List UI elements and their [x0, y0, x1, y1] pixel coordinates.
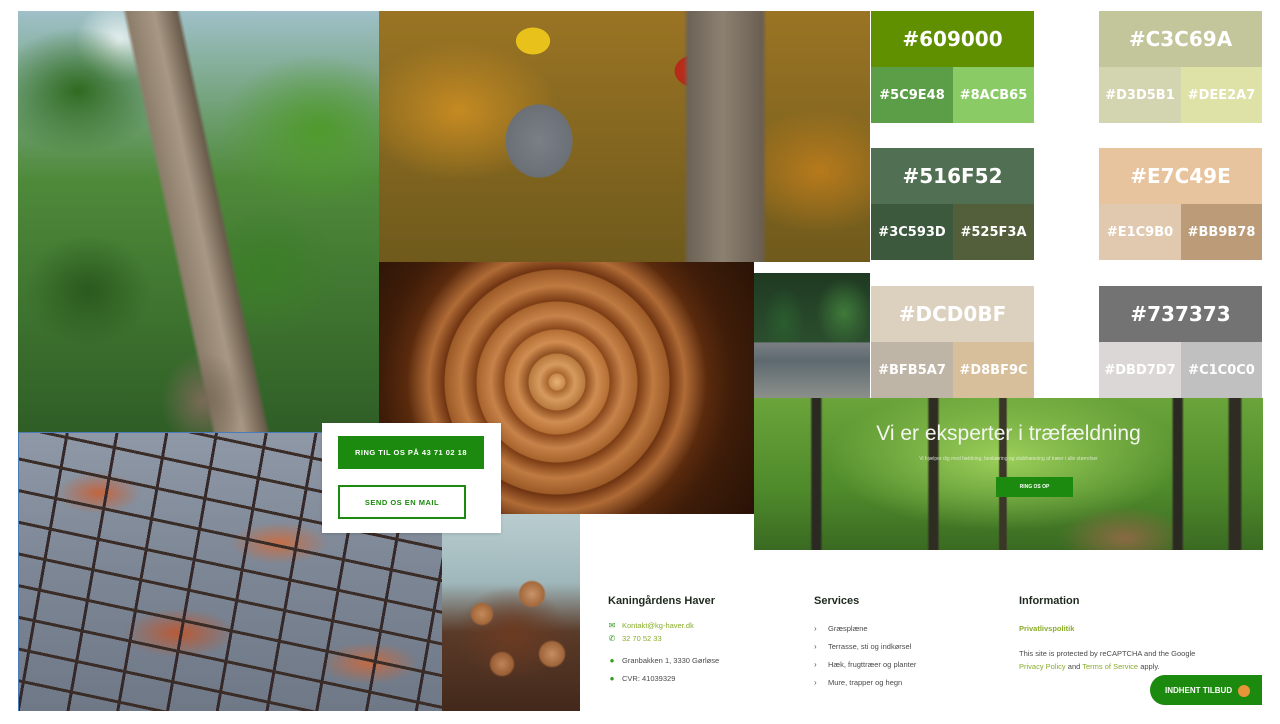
swatch-sub-5-1: #C1C0C0 — [1181, 342, 1262, 398]
call-button[interactable]: RING TIL OS PÅ 43 71 02 18 — [338, 436, 484, 469]
swatch-main-3: #E7C49E — [1099, 148, 1262, 204]
email-button[interactable]: SEND OS EN MAIL — [338, 485, 466, 519]
swatch-sub-1-0: #D3D5B1 — [1099, 67, 1181, 123]
phone-link[interactable]: ✆ 32 70 52 33 — [608, 632, 719, 645]
service-link-3[interactable]: › Mure, trapper og hegn — [814, 673, 916, 691]
swatch-sub-3-0: #E1C9B0 — [1099, 204, 1181, 260]
swatch-sub-5-0: #DBD7D7 — [1099, 342, 1181, 398]
map-pin-icon: ● — [609, 655, 615, 665]
swatch-sub-2-0: #3C593D — [871, 204, 953, 260]
company-heading: Kaningårdens Haver — [608, 595, 715, 607]
firewood-logs-photo — [442, 514, 580, 711]
footer-information-column: Information Privatlivspolitik This site … — [1019, 595, 1239, 673]
services-heading: Services — [814, 595, 860, 607]
get-quote-label[interactable]: INDHENT TILBUD — [1165, 686, 1232, 695]
swatch-main-1: #C3C69A — [1099, 11, 1262, 67]
google-terms-link[interactable]: Terms of Service — [1082, 662, 1138, 671]
swatch-sub-4-0: #BFB5A7 — [871, 342, 953, 398]
tree-canopy-photo — [18, 11, 379, 432]
forest-bridge-photo — [754, 273, 870, 398]
google-privacy-link[interactable]: Privacy Policy — [1019, 662, 1066, 671]
chevron-right-icon: › — [814, 677, 817, 687]
swatch-sub-1-1: #DEE2A7 — [1181, 67, 1262, 123]
chevron-right-icon: › — [814, 659, 817, 669]
arborist-chainsaw-photo — [379, 11, 870, 262]
chevron-right-icon: › — [814, 641, 817, 651]
envelope-icon: ✉ — [608, 621, 616, 630]
info-icon: ● — [609, 673, 615, 683]
service-link-0[interactable]: › Græsplæne — [814, 619, 916, 637]
chat-bubble-icon — [1238, 685, 1250, 697]
swatch-sub-0-1: #8ACB65 — [953, 67, 1034, 123]
information-heading: Information — [1019, 595, 1080, 607]
hero-title: Vi er eksperter i træfældning — [876, 422, 1141, 445]
phone-icon: ✆ — [608, 634, 616, 643]
swatch-sub-0-0: #5C9E48 — [871, 67, 953, 123]
swatch-main-2: #516F52 — [871, 148, 1034, 204]
footer-company-column: Kaningårdens Haver ✉ Kontakt@kg-haver.dk… — [608, 595, 719, 687]
call-us-button[interactable]: RING OS OP — [996, 477, 1073, 497]
address-line: ● Granbakken 1, 3330 Gørløse — [609, 655, 720, 665]
footer-services-column: Services › Græsplæne › Terrasse, sti og in… — [814, 595, 916, 691]
hero-subtitle: Vi hjælper dig med fældning, beskæring o… — [919, 456, 1098, 462]
recaptcha-notice: This site is protected by reCAPTCHA and … — [1019, 649, 1196, 671]
swatch-main-0: #609000 — [871, 11, 1034, 67]
swatch-sub-2-1: #525F3A — [953, 204, 1034, 260]
service-link-1[interactable]: › Terrasse, sti og indkørsel — [814, 637, 916, 655]
get-quote-button[interactable]: INDHENT TILBUD — [1150, 675, 1262, 705]
swatch-sub-4-1: #D8BF9C — [953, 342, 1034, 398]
service-link-2[interactable]: › Hæk, frugttræer og planter — [814, 655, 916, 673]
swatch-main-4: #DCD0BF — [871, 286, 1034, 342]
chevron-right-icon: › — [814, 623, 817, 633]
forest-hero-banner: Vi er eksperter i træfældning Vi hjælper… — [754, 398, 1263, 550]
swatch-sub-3-1: #BB9B78 — [1181, 204, 1262, 260]
cta-card: RING TIL OS PÅ 43 71 02 18 SEND OS EN MA… — [322, 423, 501, 533]
email-link[interactable]: ✉ Kontakt@kg-haver.dk — [608, 619, 719, 632]
swatch-main-5: #737373 — [1099, 286, 1262, 342]
privacy-policy-link[interactable]: Privatlivspolitik — [1019, 619, 1239, 637]
cvr-line: ● CVR: 41039329 — [609, 673, 676, 683]
